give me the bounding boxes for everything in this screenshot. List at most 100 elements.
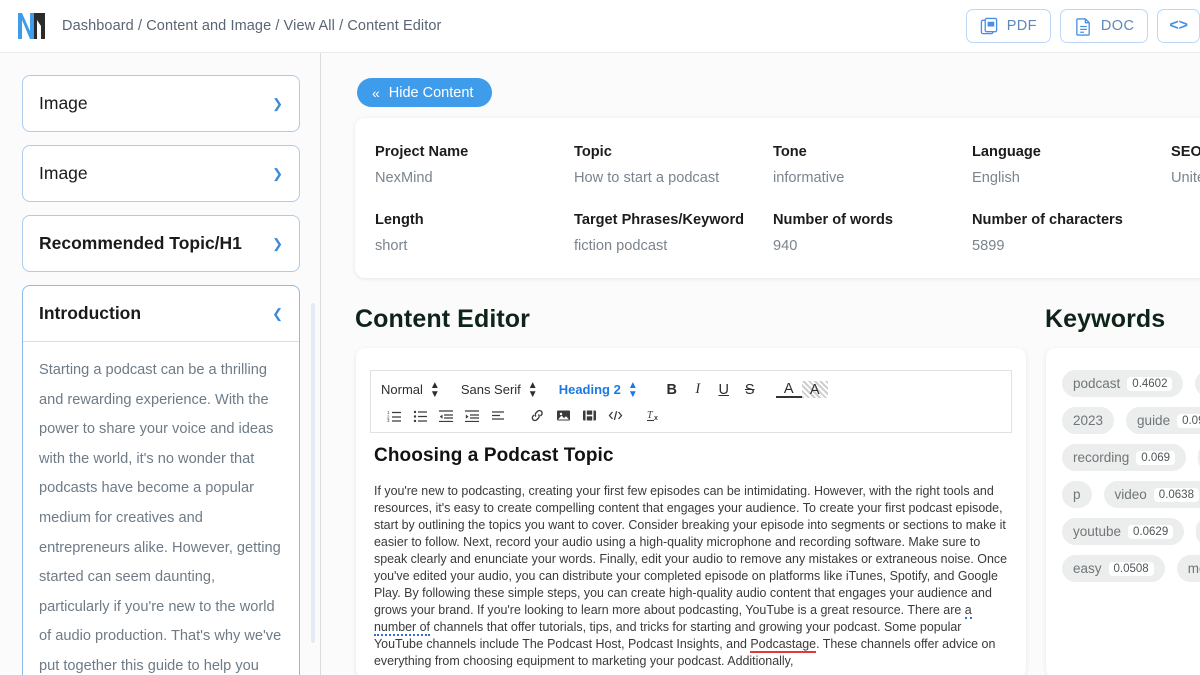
accordion-header[interactable]: Introduction ❮ [23,286,299,341]
keyword-chip[interactable]: video 0.0638 [1103,481,1200,508]
bullet-list-icon[interactable] [407,405,433,426]
view-code-button[interactable]: <> [1157,9,1200,43]
keyword-chip[interactable]: s [1195,370,1200,397]
keyword-chip-label: easy [1073,561,1102,576]
style-select[interactable]: Normal ▲ ▼ [381,378,440,401]
double-chevron-left-icon: « [372,84,380,101]
keyword-chip[interactable]: easy 0.0508 [1062,555,1165,582]
breadcrumb[interactable]: Dashboard / Content and Image / View All… [62,18,441,34]
info-field-number-of-characters: Number of characters 5899 [972,212,1171,254]
chevron-up-icon[interactable]: ❮ [272,307,283,320]
field-value: NexMind [375,170,433,186]
strikethrough-icon[interactable]: S [737,378,763,401]
content-editor-card: Normal ▲ ▼ Sans Serif ▲ ▼ Heading 2 ▲ ▼ B I [356,348,1026,675]
sidebar-item-introduction[interactable]: Introduction ❮ Starting a podcast can be… [22,285,300,675]
info-field-length: Length short [375,212,574,254]
export-doc-button[interactable]: DOC [1059,9,1149,43]
image-icon[interactable] [550,405,576,426]
keyword-chip-label: p [1073,487,1081,502]
info-field-number-of-words: Number of words 940 [773,212,972,254]
accordion-title: Image [39,163,88,183]
sidebar-item-image-1[interactable]: Image ❯ [22,75,300,132]
keyword-chip[interactable] [1196,518,1200,545]
keyword-chip-label: youtube [1073,524,1122,539]
toolbar-row-1: Normal ▲ ▼ Sans Serif ▲ ▼ Heading 2 ▲ ▼ B I [381,378,1003,401]
app-logo[interactable] [0,10,62,42]
accordion-header[interactable]: Image ❯ [23,76,299,131]
keyword-chip[interactable]: youtube 0.0629 [1062,518,1185,545]
keyword-chip[interactable]: podcast 0.4602 [1062,370,1184,397]
outline-sidebar: Image ❯ Image ❯ Recommended Topic/H1 ❯ I… [0,53,320,675]
outdent-icon[interactable] [433,405,459,426]
field-value: 5899 [972,238,1005,254]
text-highlight-icon[interactable]: A [801,381,828,398]
keyword-chip[interactable]: 2023 [1062,407,1115,434]
field-label: Project Name [375,144,469,160]
accordion-header[interactable]: Recommended Topic/H1 ❯ [23,216,299,271]
field-label: Number of words [773,212,893,228]
introduction-text[interactable]: Starting a podcast can be a thrilling an… [39,356,283,675]
info-field-project-name: Project Name NexMind [375,144,574,186]
field-label: Length [375,212,424,228]
editor-document[interactable]: Choosing a Podcast Topic If you're new t… [356,433,1026,670]
text-color-icon[interactable]: A [775,381,802,398]
keyword-chip-label: 2023 [1073,413,1104,428]
keyword-chip[interactable]: recording 0.069 [1062,444,1187,471]
body-area: Image ❯ Image ❯ Recommended Topic/H1 ❯ I… [0,53,1200,675]
field-label: Topic [574,144,612,160]
content-editor-heading: Content Editor [355,305,530,333]
keyword-chip-label: recording [1073,450,1130,465]
keyword-chip-score: 0.0508 [1108,561,1154,576]
field-label: Number of characters [972,212,1123,228]
keyword-chip-score: 0.069 [1136,450,1176,465]
chevron-down-icon[interactable]: ❯ [272,237,283,250]
keyword-chip[interactable]: p [1062,481,1092,508]
info-field-seo-location: SEO L Unite [1171,144,1200,186]
underline-icon[interactable]: U [711,378,737,401]
keyword-chip-label: mor [1187,561,1200,576]
hide-content-button[interactable]: « Hide Content [357,78,493,107]
keyword-chip[interactable]: guide 0.0926 [1126,407,1200,434]
heading-select[interactable]: Heading 2 ▲ ▼ [559,378,638,401]
bold-icon[interactable]: B [659,378,685,401]
sidebar-scrollbar[interactable] [311,303,315,643]
font-select-value: Sans Serif [460,382,521,397]
heading-select-value: Heading 2 [558,382,621,397]
chevron-down-icon[interactable]: ❯ [272,97,283,110]
link-icon[interactable] [524,405,550,426]
accordion-header[interactable]: Image ❯ [23,146,299,201]
content-editor-page: Dashboard / Content and Image / View All… [0,0,1200,675]
field-label: Language [972,144,1041,160]
svg-text:3: 3 [387,418,390,422]
chevron-updown-icon: ▲ ▼ [429,379,440,400]
italic-icon[interactable]: I [685,378,711,401]
align-left-icon[interactable] [485,405,511,426]
keywords-heading: Keywords [1045,305,1166,333]
topbar-actions: PDF DOC <> [965,9,1200,43]
info-field-tone: Tone informative [773,144,972,186]
indent-icon[interactable] [459,405,485,426]
spelling-error[interactable]: Podcastage [750,637,817,653]
info-field-target-phrases: Target Phrases/Keyword fiction podcast [574,212,773,254]
info-row-1: Project Name NexMind Topic How to start … [375,144,1200,186]
project-info-card: Project Name NexMind Topic How to start … [355,118,1200,278]
code-brackets-icon: <> [1169,17,1188,34]
code-block-icon[interactable] [602,405,628,426]
keyword-chip-list: podcast0.4602sstep0.20532023guide0.0926c… [1062,370,1200,582]
ordered-list-icon[interactable]: 123 [381,405,407,426]
export-doc-label: DOC [1100,18,1135,34]
keyword-chip-label: podcast [1073,376,1121,391]
font-select[interactable]: Sans Serif ▲ ▼ [461,378,538,401]
video-icon[interactable] [576,405,602,426]
keyword-chip[interactable]: mor [1176,555,1200,582]
field-value: fiction podcast [574,238,668,254]
sidebar-item-recommended-topic[interactable]: Recommended Topic/H1 ❯ [22,215,300,272]
clear-formatting-icon[interactable]: Tx [641,405,667,426]
sidebar-item-image-2[interactable]: Image ❯ [22,145,300,202]
chevron-updown-icon: ▲ ▼ [527,379,538,400]
chevron-down-icon[interactable]: ❯ [272,167,283,180]
toolbar-row-2: 123 T x [381,405,1003,426]
field-value: informative [773,170,845,186]
export-pdf-button[interactable]: PDF [965,9,1051,43]
top-bar: Dashboard / Content and Image / View All… [0,0,1200,53]
